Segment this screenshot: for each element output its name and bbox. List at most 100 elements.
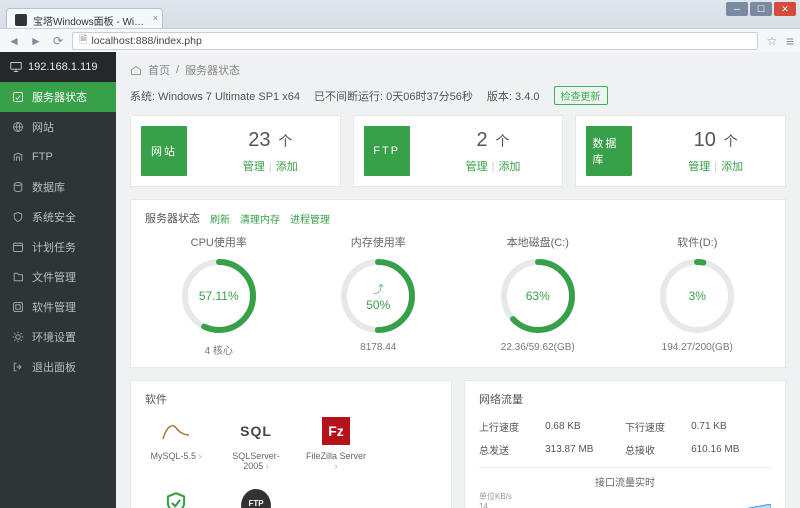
sidebar-item-env[interactable]: 环境设置 [0, 322, 116, 352]
nav-reload-button[interactable]: ⟳ [50, 33, 66, 49]
bookmark-icon[interactable]: ☆ [764, 33, 780, 49]
sidebar-item-label: 网站 [32, 119, 54, 135]
add-link[interactable]: 添加 [276, 161, 298, 173]
tab-title: 宝塔Windows面板 - Wi… [33, 13, 144, 28]
manage-link[interactable]: 管理 [688, 161, 710, 173]
gauge-sub: 8178.44 [305, 342, 453, 353]
url-text: localhost:888/index.php [91, 35, 201, 47]
gauge-2: 本地磁盘(C:) 63% 22.36/59.62(GB) [464, 234, 612, 357]
system-info-line: 系统: Windows 7 Ultimate SP1 x64 已不间断运行: 0… [130, 86, 786, 105]
gauge-sub: 194.27/200(GB) [624, 342, 772, 353]
sidebar-item-exit[interactable]: 退出面板 [0, 352, 116, 382]
card-badge: FTP [364, 126, 410, 176]
card-count: 2 [477, 129, 488, 151]
db-icon [12, 181, 24, 193]
sidebar-item-site[interactable]: 网站 [0, 112, 116, 142]
manage-link[interactable]: 管理 [243, 161, 265, 173]
summary-card-0: 网站23 个管理|添加 [130, 115, 341, 187]
total-sent-label: 总发送 [479, 438, 545, 461]
gauge-pct: 50% [366, 298, 390, 312]
gauge-sub: 4 核心 [145, 342, 293, 357]
gauge-pct: 63% [526, 289, 550, 303]
software-item-mysql[interactable]: MySQL-5.5 › [145, 417, 207, 471]
browser-menu-button[interactable]: ≡ [786, 33, 794, 49]
rocket-icon: ⤴ [373, 281, 384, 297]
gauge-1: 内存使用率⤴50%8178.44 [305, 234, 453, 357]
gauge-sub: 22.36/59.62(GB) [464, 342, 612, 353]
version-label: 版本: [487, 91, 512, 103]
sidebar-item-label: FTP [32, 151, 53, 163]
shield-icon [159, 489, 193, 508]
ftp-cloud-icon: FTP [241, 489, 271, 508]
host-display: 192.168.1.119 [0, 52, 116, 82]
uptime-label: 已不间断运行: [314, 91, 383, 103]
add-link[interactable]: 添加 [498, 161, 520, 173]
refresh-link[interactable]: 刷新 [210, 211, 230, 226]
network-title: 网络流量 [479, 391, 771, 407]
page-icon: 🗎 [79, 32, 87, 50]
sidebar-item-cron[interactable]: 计划任务 [0, 232, 116, 262]
summary-card-1: FTP2 个管理|添加 [353, 115, 564, 187]
crumb-sep: / [176, 64, 179, 76]
browser-tab[interactable]: 宝塔Windows面板 - Wi… × [6, 8, 163, 28]
sidebar-item-label: 退出面板 [32, 359, 76, 375]
tab-close-icon[interactable]: × [153, 13, 158, 23]
software-item-ftpsvc[interactable]: FTPFTP服务 › [225, 489, 287, 508]
gauge-pct: 3% [689, 289, 706, 303]
sql-icon: SQL [239, 417, 273, 445]
gauge-title: 本地磁盘(C:) [464, 234, 612, 250]
gauge-title: 软件(D:) [624, 234, 772, 250]
check-update-button[interactable]: 检查更新 [554, 86, 608, 105]
software-item-filezilla[interactable]: Fz FileZilla Server › [305, 417, 367, 471]
chevron-right-icon: › [266, 461, 269, 471]
sidebar-item-ftp[interactable]: FTP [0, 142, 116, 172]
up-speed-label: 上行速度 [479, 415, 545, 438]
card-unit: 个 [492, 133, 510, 149]
sidebar-item-label: 文件管理 [32, 269, 76, 285]
gauge-3: 软件(D:) 3% 194.27/200(GB) [624, 234, 772, 357]
process-link[interactable]: 进程管理 [290, 211, 330, 226]
breadcrumb: 首页 / 服务器状态 [130, 62, 786, 78]
manage-link[interactable]: 管理 [466, 161, 488, 173]
summary-card-2: 数据库10 个管理|添加 [575, 115, 786, 187]
card-badge: 网站 [141, 126, 187, 176]
crumb-current: 服务器状态 [185, 62, 240, 78]
down-speed-value: 0.71 KB [691, 415, 771, 438]
gauge-title: CPU使用率 [145, 234, 293, 250]
panel-title: 服务器状态 [145, 210, 200, 226]
server-status-panel: 服务器状态 刷新 清理内存 进程管理 CPU使用率57.11%4 核心内存使用率… [130, 199, 786, 368]
software-label: FileZilla Server › [305, 451, 367, 471]
host-ip: 192.168.1.119 [28, 61, 98, 73]
card-badge: 数据库 [586, 126, 632, 176]
software-item-guard[interactable]: 申请内测资格 › [145, 489, 207, 508]
window-minimize-button[interactable]: ─ [726, 2, 748, 16]
sidebar-item-label: 软件管理 [32, 299, 76, 315]
sidebar-item-label: 环境设置 [32, 329, 76, 345]
filezilla-icon: Fz [322, 417, 350, 445]
window-close-button[interactable]: ✕ [774, 2, 796, 16]
address-bar[interactable]: 🗎 localhost:888/index.php [72, 32, 758, 50]
uptime-value: 0天06时37分56秒 [386, 91, 473, 103]
nav-back-button[interactable]: ◄ [6, 33, 22, 49]
sidebar-item-db[interactable]: 数据库 [0, 172, 116, 202]
sidebar-item-files[interactable]: 文件管理 [0, 262, 116, 292]
software-label: MySQL-5.5 › [145, 451, 207, 461]
sidebar-item-safe[interactable]: 系统安全 [0, 202, 116, 232]
sidebar-item-label: 服务器状态 [32, 89, 87, 105]
env-icon [12, 331, 24, 343]
sidebar-item-status[interactable]: 服务器状态 [0, 82, 116, 112]
network-panel: 网络流量 上行速度 0.68 KB 下行速度 0.71 KB 总发送 313.8… [464, 380, 786, 508]
add-link[interactable]: 添加 [721, 161, 743, 173]
home-icon[interactable] [130, 64, 142, 76]
window-maximize-button[interactable]: ☐ [750, 2, 772, 16]
gauge-0: CPU使用率57.11%4 核心 [145, 234, 293, 357]
net-chart-title: 接口流量实时 [479, 474, 771, 489]
net-chart: 14 12 10 [479, 504, 771, 508]
nav-forward-button[interactable]: ► [28, 33, 44, 49]
mysql-icon [159, 417, 193, 445]
chevron-right-icon: › [335, 461, 338, 471]
clear-mem-link[interactable]: 清理内存 [240, 211, 280, 226]
sidebar-item-soft[interactable]: 软件管理 [0, 292, 116, 322]
software-item-sql[interactable]: SQLSQLServer-2005 › [225, 417, 287, 471]
crumb-home[interactable]: 首页 [148, 62, 170, 78]
